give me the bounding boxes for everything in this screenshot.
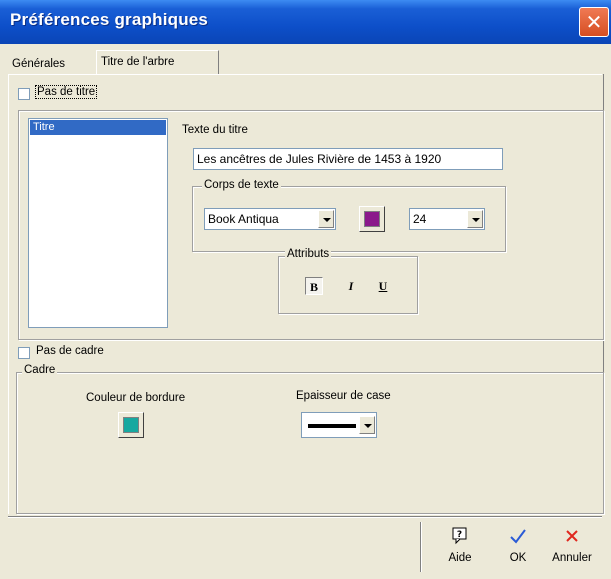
tab-general[interactable]: Générales — [8, 54, 69, 74]
help-label: Aide — [448, 552, 472, 564]
no-title-checkbox[interactable] — [18, 88, 30, 100]
svg-text:?: ? — [457, 530, 462, 540]
italic-button[interactable]: I — [342, 277, 360, 295]
bold-button[interactable]: B — [305, 277, 323, 295]
line-thickness-preview — [308, 424, 356, 428]
list-item[interactable]: Titre — [30, 120, 166, 135]
title-text-label: Texte du titre — [182, 124, 248, 136]
title-text-input[interactable]: Les ancêtres de Jules Rivière de 1453 à … — [193, 148, 503, 170]
check-icon — [496, 526, 540, 546]
font-family-select[interactable]: Book Antiqua — [204, 208, 336, 230]
preferences-dialog: Préférences graphiques ✕ Générales Titre… — [0, 0, 611, 579]
title-bar[interactable]: Préférences graphiques ✕ — [0, 0, 611, 44]
box-thickness-label: Epaisseur de case — [296, 390, 391, 402]
font-family-value: Book Antiqua — [208, 212, 279, 226]
italic-icon: I — [348, 279, 354, 293]
footer-divider — [8, 516, 602, 518]
ok-label: OK — [509, 552, 527, 564]
no-frame-checkbox[interactable] — [18, 347, 30, 359]
text-color-button[interactable] — [359, 206, 385, 232]
cancel-label: Annuler — [552, 552, 592, 564]
bold-icon: B — [309, 280, 318, 294]
frame-label: Cadre — [22, 364, 58, 376]
no-title-label[interactable]: Pas de titre — [34, 85, 98, 99]
cross-icon — [550, 526, 594, 546]
attributes-label: Attributs — [285, 248, 332, 260]
chevron-down-icon[interactable] — [359, 416, 375, 434]
footer-separator — [420, 522, 422, 572]
cancel-button[interactable]: Annuler — [550, 526, 594, 572]
border-color-label: Couleur de bordure — [86, 392, 186, 404]
no-frame-label[interactable]: Pas de cadre — [36, 345, 104, 357]
close-button[interactable]: ✕ — [579, 7, 609, 37]
help-button[interactable]: ? Aide — [438, 526, 482, 572]
tab-tree-title[interactable]: Titre de l'arbre — [96, 50, 219, 74]
border-color-button[interactable] — [118, 412, 144, 438]
close-icon: ✕ — [585, 10, 603, 34]
box-thickness-select[interactable] — [301, 412, 377, 438]
text-color-swatch — [364, 211, 380, 227]
chevron-down-icon[interactable] — [318, 210, 334, 228]
ok-button[interactable]: OK — [496, 526, 540, 572]
title-list[interactable]: Titre — [28, 118, 168, 328]
help-icon: ? — [438, 526, 482, 546]
font-size-select[interactable]: 24 — [409, 208, 485, 230]
underline-icon: U — [378, 279, 388, 293]
chevron-down-icon[interactable] — [467, 210, 483, 228]
font-size-value: 24 — [413, 212, 427, 226]
border-color-swatch — [123, 417, 139, 433]
font-body-label: Corps de texte — [202, 179, 281, 191]
underline-button[interactable]: U — [374, 277, 392, 295]
window-title: Préférences graphiques — [10, 10, 209, 29]
